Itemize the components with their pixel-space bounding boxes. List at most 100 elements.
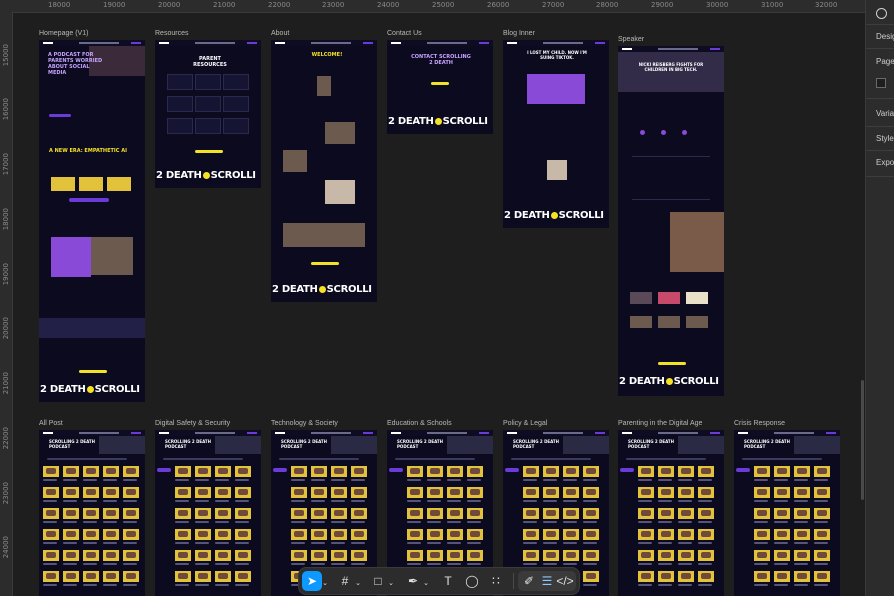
episode-thumbnail [195, 508, 211, 519]
move-tool-dropdown[interactable]: ⌄ [321, 571, 329, 591]
tab-styles[interactable]: Style [876, 134, 894, 143]
frame-podcast-list[interactable]: SCROLLING 2 DEATH PODCAST [734, 430, 840, 596]
page-color-swatch[interactable] [876, 78, 886, 88]
episode-title [407, 563, 421, 565]
tab-page[interactable]: Page [876, 57, 894, 66]
episode-title [774, 500, 788, 502]
episode-thumbnail [638, 508, 654, 519]
episode-title [103, 500, 117, 502]
frame-label-resources[interactable]: Resources [155, 30, 188, 37]
comment-tool-button[interactable]: ◯ [462, 571, 482, 591]
frame-label-contact[interactable]: Contact Us [387, 30, 422, 37]
frame-tool-button[interactable]: # [335, 571, 355, 591]
design-mode-button[interactable]: ☰ [537, 571, 557, 591]
episode-title [523, 563, 537, 565]
about-hero-text: WELCOME! [311, 52, 343, 58]
frame-label-policy-legal[interactable]: Policy & Legal [503, 420, 547, 427]
shape-tool-button[interactable]: □ [368, 571, 388, 591]
episode-title [698, 479, 712, 481]
design-canvas[interactable]: 18000 19000 20000 21000 22000 23000 2400… [0, 0, 894, 596]
episode-title [427, 542, 441, 544]
episode-title [215, 479, 229, 481]
episode-thumbnail [794, 487, 810, 498]
category-chip [505, 468, 519, 472]
category-tabs [163, 458, 243, 460]
account-icon[interactable] [876, 8, 887, 19]
episode-thumbnail [658, 571, 674, 582]
episode-title [563, 542, 577, 544]
frame-about[interactable]: WELCOME! 2 DEATH SCROLLI [271, 40, 377, 302]
resources-hero-text: PARENT RESOURCES [193, 56, 227, 68]
frame-label-technology-society[interactable]: Technology & Society [271, 420, 338, 427]
episode-title [794, 584, 808, 586]
frame-label-digital-safety[interactable]: Digital Safety & Security [155, 420, 230, 427]
episode-thumbnail [583, 466, 599, 477]
frame-tool-dropdown[interactable]: ⌄ [354, 571, 362, 591]
episode-title [794, 479, 808, 481]
episode-thumbnail [698, 571, 714, 582]
tab-export[interactable]: Expo [876, 158, 894, 167]
frame-label-homepage[interactable]: Homepage (V1) [39, 30, 88, 37]
frame-contact[interactable]: CONTACT SCROLLING 2 DEATH 2 DEATH SCROLLI [387, 40, 493, 134]
episode-title [638, 500, 652, 502]
shape-tool-dropdown[interactable]: ⌄ [387, 571, 395, 591]
episode-thumbnail [331, 529, 347, 540]
events-list [632, 156, 710, 200]
episode-title [351, 479, 365, 481]
frame-label-about[interactable]: About [271, 30, 289, 37]
tab-variables[interactable]: Varia [876, 109, 894, 118]
episode-thumbnail [563, 550, 579, 561]
frame-speaker[interactable]: NICKI REISBERG FIGHTS FOR CHILDREN IN BI… [618, 46, 724, 396]
frame-label-all-post[interactable]: All Post [39, 420, 63, 427]
frame-label-education-schools[interactable]: Education & Schools [387, 420, 452, 427]
frame-label-crisis-response[interactable]: Crisis Response [734, 420, 785, 427]
dev-mode-button[interactable]: </> [555, 571, 575, 591]
frame-podcast-list[interactable]: SCROLLING 2 DEATH PODCAST [618, 430, 724, 596]
podcast-hero-text: SCROLLING 2 DEATH PODCAST [397, 439, 443, 449]
frame-label-blog-inner[interactable]: Blog Inner [503, 30, 535, 37]
episode-thumbnail [311, 487, 327, 498]
resource-card [167, 96, 193, 112]
episode-thumbnail [407, 466, 423, 477]
episode-thumbnail [814, 550, 830, 561]
episode-thumbnail [447, 529, 463, 540]
episode-thumbnail [543, 529, 559, 540]
ruler-y-label: 22000 [2, 427, 10, 450]
move-tool-button[interactable]: ➤ [302, 571, 322, 591]
frame-blog-inner[interactable]: I LOST MY CHILD. NOW I'M SUING TIKTOK. 2… [503, 40, 609, 228]
actions-button[interactable]: ∷ [486, 571, 506, 591]
text-tool-button[interactable]: T [438, 571, 458, 591]
frame-homepage[interactable]: A PODCAST FOR PARENTS WORRIED ABOUT SOCI… [39, 40, 145, 402]
episode-title [583, 521, 597, 523]
episode-thumbnail [215, 529, 231, 540]
category-chip [157, 468, 171, 472]
pen-tool-button[interactable]: ✒ [403, 571, 423, 591]
episode-thumbnail [123, 529, 139, 540]
vertical-scrollbar[interactable] [861, 380, 864, 500]
episode-title [814, 584, 828, 586]
episode-thumbnail [523, 487, 539, 498]
episode-title [195, 500, 209, 502]
episode-title [427, 563, 441, 565]
frame-resources[interactable]: PARENT RESOURCES 2 DEATH SCROLLI [155, 40, 261, 188]
frame-label-parenting[interactable]: Parenting in the Digital Age [618, 420, 702, 427]
pen-tool-dropdown[interactable]: ⌄ [422, 571, 430, 591]
episode-title [331, 479, 345, 481]
episode-title [543, 563, 557, 565]
episode-title [563, 521, 577, 523]
episode-thumbnail [311, 466, 327, 477]
tab-design[interactable]: Desig [876, 32, 894, 41]
episode-title [407, 542, 421, 544]
frame-podcast-list[interactable]: SCROLLING 2 DEATH PODCAST [39, 430, 145, 596]
footer-logo: 2 DEATH SCROLLI [272, 284, 372, 295]
episode-title [215, 563, 229, 565]
episode-thumbnail [291, 529, 307, 540]
draw-mode-button[interactable]: ✐ [519, 571, 539, 591]
frame-label-speaker[interactable]: Speaker [618, 36, 644, 43]
episode-title [43, 563, 57, 565]
episode-thumbnail [63, 571, 79, 582]
frame-podcast-list[interactable]: SCROLLING 2 DEATH PODCAST [155, 430, 261, 596]
episode-thumbnail [43, 550, 59, 561]
episode-title [351, 500, 365, 502]
episode-thumbnail [583, 550, 599, 561]
